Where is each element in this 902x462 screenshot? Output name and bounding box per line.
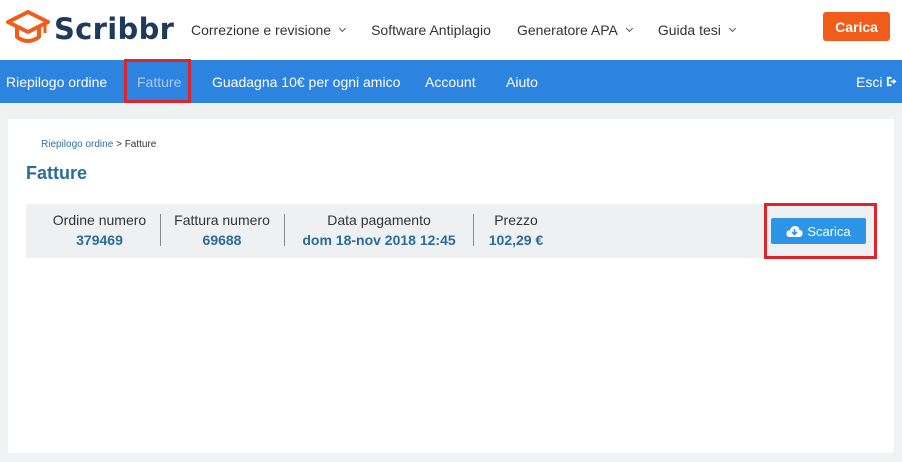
top-header: Scribbr Correzione e revisione Software … — [0, 0, 902, 60]
chevron-down-icon — [625, 24, 633, 32]
order-number-value: 379469 — [76, 232, 123, 248]
content-card — [8, 119, 894, 453]
upload-button[interactable]: Carica — [823, 12, 890, 41]
payment-date-label: Data pagamento — [327, 212, 431, 228]
subnav-item-help[interactable]: Aiuto — [506, 60, 538, 103]
order-number-label: Ordine numero — [52, 212, 147, 228]
column-divider — [473, 214, 474, 246]
price-value: 102,29 € — [488, 232, 544, 248]
subnav-item-account[interactable]: Account — [425, 60, 476, 103]
topnav-item-label: Correzione e revisione — [191, 22, 332, 38]
page-title: Fatture — [26, 163, 88, 183]
topnav-item-thesis-guide[interactable]: Guida tesi — [657, 22, 736, 38]
highlight-box-download-button — [764, 203, 877, 259]
breadcrumb: Riepilogo ordine > Fatture — [41, 139, 156, 150]
topnav-item-proofreading[interactable]: Correzione e revisione — [191, 22, 347, 38]
topnav-item-plagiarism[interactable]: Software Antiplagio — [371, 22, 491, 38]
graduation-cap-logo-icon — [6, 10, 50, 43]
brand-name: Scribbr — [54, 12, 175, 46]
topnav-item-label: Generatore APA — [516, 22, 618, 38]
chevron-down-icon — [339, 24, 347, 32]
invoice-row: Ordine numero 379469 Fattura numero 6968… — [26, 204, 877, 258]
topnav-item-label: Software Antiplagio — [371, 22, 491, 38]
scribbr-logo[interactable]: Scribbr — [6, 9, 174, 49]
logout-label: Esci — [856, 73, 883, 90]
logout-icon — [887, 76, 897, 87]
price-label: Prezzo — [494, 212, 538, 228]
payment-date-value: dom 18-nov 2018 12:45 — [302, 232, 456, 248]
invoice-number-column: Fattura numero 69688 — [168, 204, 276, 258]
breadcrumb-link-order-summary[interactable]: Riepilogo ordine — [41, 139, 113, 150]
invoice-number-label: Fattura numero — [174, 212, 270, 228]
invoice-number-value: 69688 — [202, 232, 242, 248]
column-divider — [284, 214, 285, 246]
top-navigation: Correzione e revisione Software Antiplag… — [178, 0, 748, 60]
highlight-box-invoices-tab — [124, 59, 191, 103]
order-number-column: Ordine numero 379469 — [46, 204, 153, 258]
breadcrumb-separator: > — [116, 139, 122, 150]
subnav-item-order-summary[interactable]: Riepilogo ordine — [6, 60, 107, 103]
price-column: Prezzo 102,29 € — [481, 204, 551, 258]
column-divider — [160, 214, 161, 246]
chevron-down-icon — [728, 24, 736, 32]
topnav-item-label: Guida tesi — [657, 22, 721, 38]
logout-link[interactable]: Esci — [856, 60, 897, 103]
topnav-item-apa-generator[interactable]: Generatore APA — [516, 22, 633, 38]
breadcrumb-current: Fatture — [124, 139, 157, 150]
payment-date-column: Data pagamento dom 18-nov 2018 12:45 — [292, 204, 466, 258]
subnav-item-referral[interactable]: Guadagna 10€ per ogni amico — [212, 60, 400, 103]
